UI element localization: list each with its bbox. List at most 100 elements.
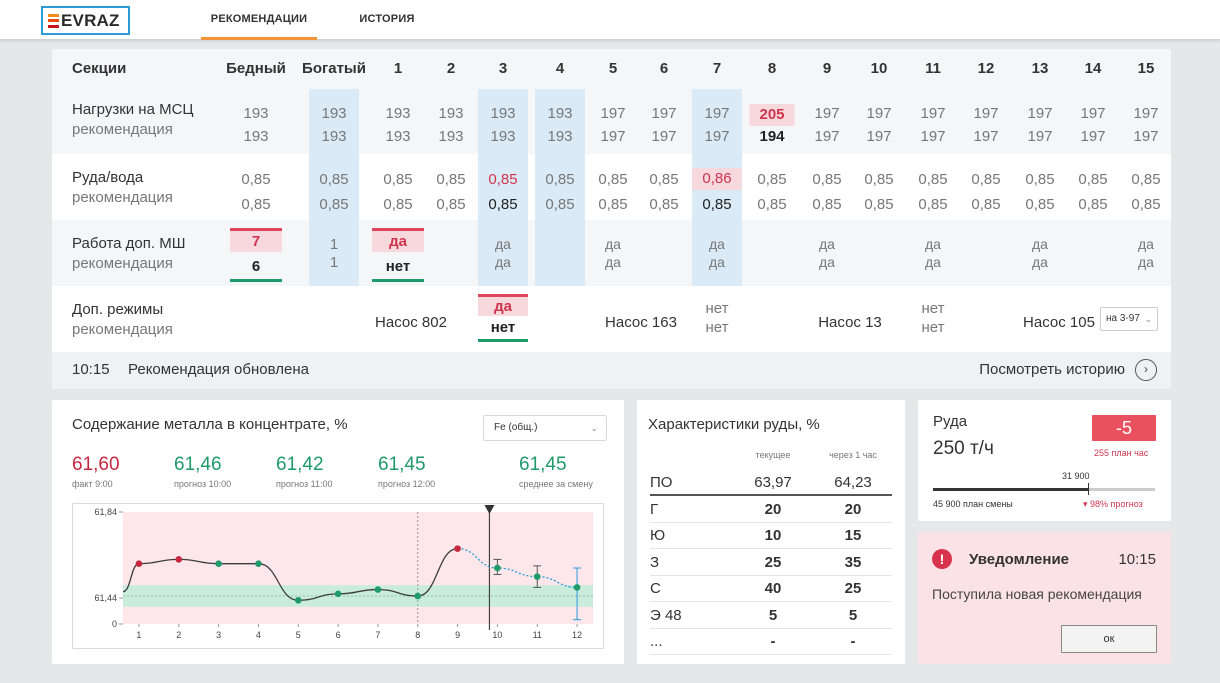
header-col-15[interactable]: 15 <box>1138 49 1155 89</box>
load-value: 197 <box>866 105 892 122</box>
ore-chars-row: ... - - <box>650 629 892 655</box>
header-col-13[interactable]: 13 <box>1032 49 1049 89</box>
shift-progress-fill <box>933 488 1089 491</box>
tab-recommendations[interactable]: РЕКОМЕНДАЦИИ <box>201 0 317 40</box>
ore-water-recommendation: 0,85 <box>241 196 271 213</box>
mill-recommendation: 6 <box>230 255 282 282</box>
metal-chart: 61,84 61,44 0 1 2 3 4 5 6 7 8 9 10 11 12 <box>72 503 604 649</box>
y-tick-label: 61,44 <box>94 593 117 603</box>
data-point <box>334 590 342 598</box>
row-title: Нагрузки на МСЦ <box>72 101 194 118</box>
header-col-6[interactable]: 6 <box>660 49 668 89</box>
ore-current: 40 <box>764 580 782 597</box>
ore-next-hour: 20 <box>844 500 862 518</box>
load-recommendation: 197 <box>651 128 677 145</box>
notification-title: Уведомление <box>969 551 1070 568</box>
tab-history[interactable]: ИСТОРИЯ <box>350 0 424 40</box>
col-next-hour: через 1 час <box>829 450 877 460</box>
load-recommendation: 197 <box>920 128 946 145</box>
ore-water-recommendation: 0,85 <box>649 196 679 213</box>
ore-water-recommendation: 0,85 <box>1131 196 1161 213</box>
ore-chars-row: С 40 25 <box>650 576 892 602</box>
pump-13: Насос 13 <box>818 314 882 331</box>
shift-progress-bar <box>933 483 1155 495</box>
metal-select-value: Fe (общ.) <box>494 422 538 433</box>
data-point <box>135 560 143 567</box>
norm-band <box>123 585 593 607</box>
row-subtitle: рекомендация <box>72 121 173 138</box>
logo-mark-icon <box>48 13 59 28</box>
ore-name: Ю <box>650 527 666 544</box>
forecast-value: 98% прогноз <box>1090 499 1143 509</box>
ore-water-value: 0,85 <box>757 171 787 188</box>
load-recommendation: 197 <box>1133 128 1159 145</box>
y-tick-label: 61,84 <box>94 507 117 517</box>
row-label-extra-mill: Работа доп. МШ рекомендация <box>72 235 185 272</box>
data-point <box>374 586 382 593</box>
ore-next-hour: 64,23 <box>834 474 872 491</box>
ore-water-recommendation: 0,85 <box>971 196 1001 213</box>
evraz-logo[interactable]: EVRAZ <box>41 6 130 35</box>
ore-next-hour: 25 <box>844 580 862 597</box>
data-point <box>175 556 183 563</box>
header-col-Бедный[interactable]: Бедный <box>226 49 286 89</box>
ore-rate: 250 т/ч <box>933 438 994 459</box>
ok-button[interactable]: ок <box>1061 625 1157 653</box>
header-col-7[interactable]: 7 <box>713 49 721 89</box>
ore-water-recommendation: 0,85 <box>488 196 518 213</box>
metal-chart-svg: 61,8461,4401 2 3 4 5 6 7 8 9 10 11 12 <box>94 505 593 640</box>
y-tick-label: 0 <box>112 619 117 629</box>
load-value: 193 <box>385 105 411 122</box>
header-col-10[interactable]: 10 <box>871 49 888 89</box>
x-tick-label: 5 <box>296 630 301 640</box>
mill-recommendation: да <box>925 254 941 270</box>
load-value: 197 <box>704 105 730 122</box>
metal-title: Содержание металла в концентрате, % <box>72 416 348 433</box>
mode-select[interactable]: на 3-97 ⌄ <box>1100 307 1158 331</box>
ore-water-recommendation: 0,85 <box>545 196 575 213</box>
ore-next-hour: 5 <box>848 606 858 624</box>
row-label-ore-water: Руда/вода рекомендация <box>72 169 173 206</box>
load-value: 197 <box>1027 105 1053 122</box>
data-point <box>533 573 541 580</box>
load-value: 193 <box>438 105 464 122</box>
header-col-8[interactable]: 8 <box>768 49 776 89</box>
header-col-Богатый[interactable]: Богатый <box>302 49 366 89</box>
header-col-11[interactable]: 11 <box>925 49 941 89</box>
table-row-extra-mill <box>52 220 1171 286</box>
header-col-2[interactable]: 2 <box>447 49 455 89</box>
ore-characteristics-card: Характеристики руды, % текущее через 1 ч… <box>637 400 905 664</box>
data-point <box>573 584 581 591</box>
header-col-1[interactable]: 1 <box>394 49 402 89</box>
ore-water-recommendation: 0,85 <box>812 196 842 213</box>
ore-current: 25 <box>764 553 782 571</box>
header-col-9[interactable]: 9 <box>823 49 831 89</box>
ore-name: Г <box>650 500 659 518</box>
load-recommendation: 197 <box>600 128 626 145</box>
ore-chars-row: Э 48 5 5 <box>650 603 892 629</box>
chevron-right-icon[interactable]: › <box>1135 359 1157 381</box>
header-col-3[interactable]: 3 <box>499 49 507 89</box>
load-value: 205 <box>749 104 795 126</box>
header-col-4[interactable]: 4 <box>556 49 564 89</box>
header-col-5[interactable]: 5 <box>609 49 617 89</box>
ore-next-hour: 15 <box>844 527 862 544</box>
view-history-link[interactable]: Посмотреть историю <box>979 361 1125 378</box>
x-tick-label: 12 <box>572 630 582 640</box>
header-col-12[interactable]: 12 <box>978 49 995 89</box>
mill-value: да <box>925 236 941 252</box>
triangle-down-icon: ▾ <box>1083 499 1088 509</box>
metal-select[interactable]: Fe (общ.) ⌄ <box>483 415 607 441</box>
load-value: 193 <box>547 105 573 122</box>
pump-163: Насос 163 <box>605 314 677 331</box>
notification-time: 10:15 <box>1118 551 1156 568</box>
mode-no-rec: нет <box>921 319 945 336</box>
kpi-value: 61,46 <box>174 454 222 475</box>
data-point <box>215 560 222 567</box>
load-value: 197 <box>920 105 946 122</box>
plan-shift: 45 900 план смены <box>933 499 1013 509</box>
ore-water-recommendation: 0,85 <box>702 196 732 213</box>
ore-water-recommendation: 0,85 <box>319 196 349 213</box>
load-recommendation: 194 <box>759 128 785 145</box>
header-col-14[interactable]: 14 <box>1085 49 1102 89</box>
